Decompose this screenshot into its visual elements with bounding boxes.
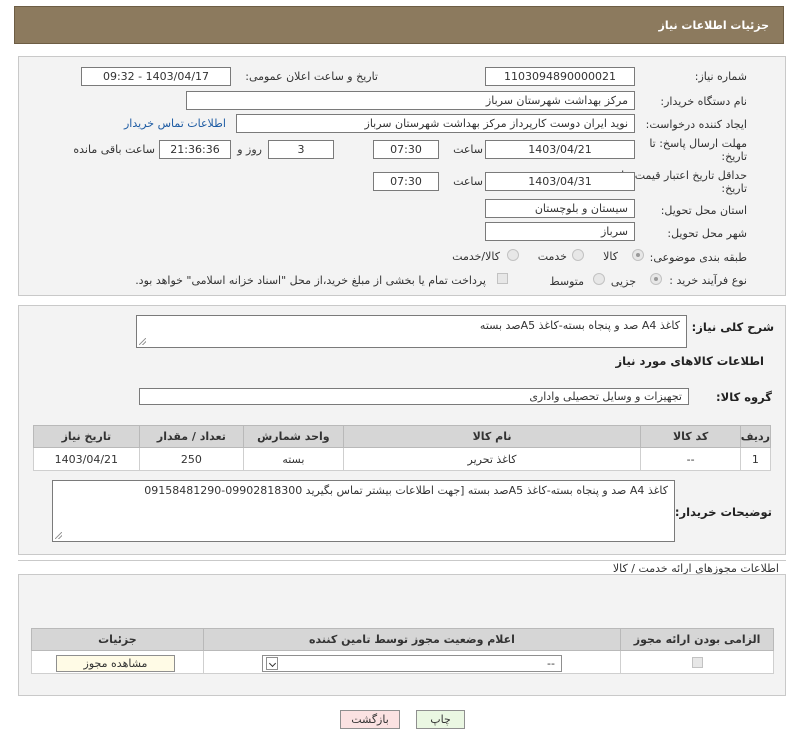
province-label: استان محل تحویل: [660,204,747,217]
col-date: تاریخ نیاز [33,425,140,448]
col-row: ردیف [739,425,772,448]
col-permit-details: جزئیات [31,628,204,651]
city-field[interactable]: سرباز [485,222,635,241]
validity-time-label: ساعت [453,175,483,188]
permit-required-checkbox[interactable] [691,657,703,668]
validity-date-field[interactable]: 1403/04/31 [485,172,635,191]
buyer-field[interactable]: مرکز بهداشت شهرستان سرباز [186,91,635,110]
province-field[interactable]: سیستان و بلوچستان [485,199,635,218]
category-label: طبقه بندی موضوعی: [649,251,747,264]
creator-field[interactable]: نوید ایران دوست کارپرداز مرکز بهداشت شهر… [236,114,635,133]
cell-permit-required [620,650,774,674]
buyer-notes-textarea[interactable]: کاغذ A4 صد و پنجاه بسته-کاغذ A5صد بسته [… [52,480,675,542]
cell-unit: بسته [243,447,344,471]
process-label: نوع فرآیند خرید : [669,274,747,287]
category-goods-radio[interactable] [632,249,644,261]
cell-qty: 250 [138,447,245,471]
back-button[interactable]: بازگشت [340,710,400,729]
process-minor-label: جزیی [610,275,636,288]
cell-date: 1403/04/21 [33,447,140,471]
process-minor-radio[interactable] [650,273,662,285]
remaining-label: ساعت باقی مانده [73,143,155,156]
category-both-radio[interactable] [507,249,519,261]
permits-table-header: الزامی بودن ارائه مجوز اعلام وضعیت مجوز … [31,628,774,651]
permit-status-value: -- [547,657,555,670]
section-divider [18,560,786,561]
chevron-down-icon [266,657,278,670]
deadline-time-label: ساعت [453,143,483,156]
city-label: شهر محل تحویل: [667,227,747,240]
need-summary-label: شرح کلی نیاز: [691,320,774,334]
cell-code: -- [640,447,741,471]
goods-group-label: گروه کالا: [716,390,772,404]
page-title: جزئیات اطلاعات نیاز [658,19,770,32]
validity-label-2: تاریخ: [721,182,747,195]
page-header: جزئیات اطلاعات نیاز [14,6,784,44]
deadline-time-field[interactable]: 07:30 [373,140,439,159]
permit-status-select[interactable]: -- [262,655,562,672]
creator-label: ایجاد کننده درخواست: [645,118,747,131]
view-permit-button[interactable]: مشاهده مجوز [56,655,175,672]
col-name: نام کالا [342,425,642,448]
deadline-label: مهلت ارسال پاسخ: تا [649,137,747,150]
category-both-label: کالا/خدمت [452,250,500,263]
announce-field[interactable]: 1403/04/17 - 09:32 [81,67,231,86]
col-unit: واحد شمارش [243,425,344,448]
goods-table-header: ردیف کد کالا نام کالا واحد شمارش تعداد /… [33,425,772,448]
days-label: روز و [237,143,262,156]
col-permit-required: الزامی بودن ارائه مجوز [620,628,774,651]
col-code: کد کالا [640,425,741,448]
need-number-label: شماره نیاز: [694,70,747,83]
category-service-label: خدمت [537,250,567,263]
goods-info-title: اطلاعات کالاهای مورد نیاز [615,354,764,368]
need-number-field[interactable]: 1103094890000021 [485,67,635,86]
remaining-time-field[interactable]: 21:36:36 [159,140,231,159]
deadline-date-field[interactable]: 1403/04/21 [485,140,635,159]
goods-table: ردیف کد کالا نام کالا واحد شمارش تعداد /… [33,425,772,471]
buyer-notes-text: کاغذ A4 صد و پنجاه بسته-کاغذ A5صد بسته [… [144,484,668,497]
buyer-label: نام دستگاه خریدار: [660,95,747,108]
table-row[interactable]: 1 -- کاغذ تحریر بسته 250 1403/04/21 [33,447,772,471]
resize-grip[interactable] [139,338,146,345]
treasury-payment-checkbox[interactable] [497,273,508,284]
need-summary-textarea[interactable]: کاغذ A4 صد و پنجاه بسته-کاغذ A5صد بسته [136,315,687,348]
category-goods-label: کالا [603,250,618,263]
announce-label: تاریخ و ساعت اعلان عمومی: [245,70,378,83]
deadline-label-2: تاریخ: [721,150,747,163]
treasury-payment-note: پرداخت تمام یا بخشی از مبلغ خرید،از محل … [135,274,486,287]
category-service-radio[interactable] [572,249,584,261]
days-field[interactable]: 3 [268,140,334,159]
process-medium-radio[interactable] [593,273,605,285]
print-button[interactable]: چاپ [416,710,465,729]
cell-name: کاغذ تحریر [342,447,642,471]
goods-group-field[interactable]: تجهیزات و وسایل تحصیلی واداری [139,388,689,405]
validity-label: حداقل تاریخ اعتبار قیمت: تا [621,169,747,182]
validity-time-field[interactable]: 07:30 [373,172,439,191]
col-qty: تعداد / مقدار [138,425,245,448]
need-summary-text: کاغذ A4 صد و پنجاه بسته-کاغذ A5صد بسته [479,319,680,332]
buyer-notes-label: توضیحات خریدار: [674,505,772,519]
cell-row: 1 [739,447,772,471]
resize-grip[interactable] [55,532,62,539]
buyer-contact-link[interactable]: اطلاعات تماس خریدار [124,117,226,130]
col-permit-status: اعلام وضعیت مجوز توسط تامین کننده [202,628,622,651]
process-medium-label: متوسط [549,275,584,288]
